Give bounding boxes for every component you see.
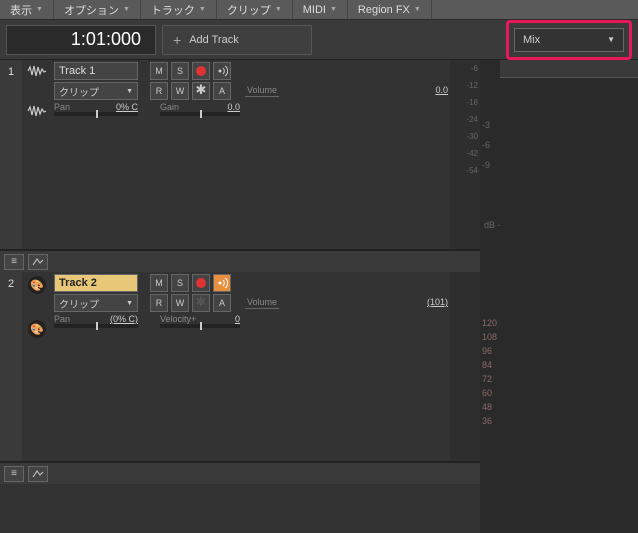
pan-slider[interactable] <box>54 324 138 328</box>
fx-button[interactable]: ✱ <box>192 82 210 100</box>
track-number[interactable]: 2 <box>0 272 22 461</box>
menu-track[interactable]: トラック▼ <box>141 0 217 19</box>
write-automation-button[interactable]: W <box>171 294 189 312</box>
velocity-slider[interactable] <box>160 324 240 328</box>
track-name-input[interactable]: Track 1 <box>54 62 138 80</box>
pan-value: 0% C <box>106 102 138 112</box>
read-automation-button[interactable]: R <box>150 82 168 100</box>
input-echo-button[interactable] <box>213 62 231 80</box>
menu-midi[interactable]: MIDI▼ <box>293 0 348 19</box>
midi-palette-icon: 🎨 <box>28 320 46 338</box>
track-list: 1 Track 1 M S ク <box>0 60 480 533</box>
input-echo-button[interactable] <box>213 274 231 292</box>
time-display[interactable]: 1:01:000 <box>6 25 156 55</box>
midi-ruler: 120 108 96 84 72 60 48 36 <box>482 318 497 426</box>
solo-button[interactable]: S <box>171 62 189 80</box>
chevron-down-icon: ▼ <box>414 6 421 13</box>
volume-label: Volume <box>245 85 279 97</box>
add-track-label: Add Track <box>189 34 239 46</box>
add-track-button[interactable]: + Add Track <box>162 25 312 55</box>
echo-icon <box>216 65 228 77</box>
echo-icon <box>216 277 228 289</box>
midi-palette-icon: 🎨 <box>28 276 46 294</box>
volume-value: (101) <box>416 297 448 309</box>
track-footer: ≡ <box>0 250 480 272</box>
db-unit-label: dB - <box>484 220 501 230</box>
mix-label: Mix <box>523 34 540 46</box>
menu-view[interactable]: 表示▼ <box>0 0 54 19</box>
track-row: 1 Track 1 M S ク <box>0 60 480 250</box>
track-meter <box>450 272 480 461</box>
chevron-down-icon: ▼ <box>199 6 206 13</box>
volume-label: Volume <box>245 297 279 309</box>
gain-value: 0.0 <box>208 102 240 112</box>
volume-param[interactable]: Volume (101) <box>245 297 448 309</box>
read-automation-button[interactable]: R <box>150 294 168 312</box>
clip-dropdown[interactable]: クリップ ▼ <box>54 294 138 312</box>
clip-label: クリップ <box>59 84 99 99</box>
mute-button[interactable]: M <box>150 62 168 80</box>
record-arm-button[interactable] <box>192 274 210 292</box>
velocity-value: 0 <box>208 314 240 324</box>
expand-button[interactable]: ≡ <box>4 254 24 270</box>
audio-wave-icon <box>27 104 47 118</box>
automation-lane-button[interactable] <box>28 466 48 482</box>
record-arm-button[interactable] <box>192 62 210 80</box>
track-meter: -6 -12 -18 -24 -30 -42 -54 <box>450 60 480 249</box>
velocity-label: Velocity+ <box>160 314 196 324</box>
timeline-ruler[interactable] <box>500 60 638 78</box>
record-dot-icon <box>196 66 206 76</box>
pan-slider[interactable] <box>54 112 138 116</box>
audio-wave-icon <box>27 64 47 78</box>
automation-button[interactable]: A <box>213 82 231 100</box>
track-footer: ≡ <box>0 462 480 484</box>
gain-label: Gain <box>160 102 179 112</box>
chevron-down-icon: ▼ <box>126 300 133 307</box>
automation-lane-button[interactable] <box>28 254 48 270</box>
mix-highlight: Mix ▼ <box>506 20 632 60</box>
clip-label: クリップ <box>59 296 99 311</box>
volume-param[interactable]: Volume 0.0 <box>245 85 448 97</box>
track-name-input[interactable]: Track 2 <box>54 274 138 292</box>
menu-options[interactable]: オプション▼ <box>54 0 141 19</box>
menu-bar: 表示▼ オプション▼ トラック▼ クリップ▼ MIDI▼ Region FX▼ <box>0 0 638 20</box>
menu-clip[interactable]: クリップ▼ <box>217 0 293 19</box>
timeline-panel[interactable]: -3 -6 -9 dB - 120 108 96 84 72 60 48 36 <box>480 60 638 533</box>
mix-dropdown[interactable]: Mix ▼ <box>514 28 624 52</box>
top-toolbar: 1:01:000 + Add Track Mix ▼ <box>0 20 638 60</box>
chevron-down-icon: ▼ <box>126 88 133 95</box>
track-row: 2 🎨 🎨 Track 2 M S <box>0 272 480 462</box>
chevron-down-icon: ▼ <box>36 6 43 13</box>
pan-label: Pan <box>54 102 70 112</box>
envelope-icon <box>32 257 44 267</box>
chevron-down-icon: ▼ <box>123 6 130 13</box>
mute-button[interactable]: M <box>150 274 168 292</box>
chevron-down-icon: ▼ <box>607 35 615 44</box>
gain-slider[interactable] <box>160 112 240 116</box>
expand-button[interactable]: ≡ <box>4 466 24 482</box>
clip-dropdown[interactable]: クリップ ▼ <box>54 82 138 100</box>
write-automation-button[interactable]: W <box>171 82 189 100</box>
chevron-down-icon: ▼ <box>275 6 282 13</box>
record-dot-icon <box>196 278 206 288</box>
db-scale: -3 -6 -9 <box>482 120 490 180</box>
chevron-down-icon: ▼ <box>330 6 337 13</box>
plus-icon: + <box>173 32 181 48</box>
solo-button[interactable]: S <box>171 274 189 292</box>
pan-value: (0% C) <box>106 314 138 324</box>
pan-label: Pan <box>54 314 70 324</box>
volume-value: 0.0 <box>416 85 448 97</box>
envelope-icon <box>32 469 44 479</box>
menu-regionfx[interactable]: Region FX▼ <box>348 0 432 19</box>
fx-button[interactable]: ✱ <box>192 294 210 312</box>
automation-button[interactable]: A <box>213 294 231 312</box>
track-number[interactable]: 1 <box>0 60 22 249</box>
